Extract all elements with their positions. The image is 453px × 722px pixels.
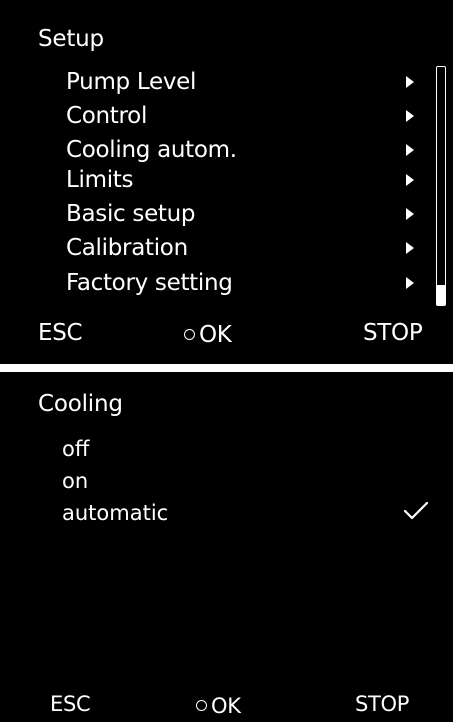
checkmark-icon [402, 500, 430, 530]
chevron-right-icon [406, 277, 414, 289]
menu-item-label: Cooling autom. [66, 137, 237, 163]
ok-label: OK [199, 321, 232, 348]
setup-menu-screen: Setup Pump Level Control Cooling autom. … [0, 0, 453, 364]
option-label: automatic [62, 501, 169, 525]
esc-softkey[interactable]: ESC [50, 692, 91, 716]
ok-label: OK [211, 693, 241, 718]
ring-icon [196, 700, 207, 711]
option-label: on [62, 469, 89, 493]
menu-item-label: Pump Level [66, 69, 197, 95]
setup-title: Setup [38, 26, 104, 52]
option-automatic[interactable]: automatic [62, 498, 442, 528]
option-label: off [62, 437, 90, 461]
ok-softkey[interactable]: OK [184, 320, 232, 348]
chevron-right-icon [406, 110, 414, 122]
ring-icon [184, 329, 195, 340]
chevron-right-icon [406, 144, 414, 156]
menu-item-label: Limits [66, 167, 134, 193]
menu-item-calibration[interactable]: Calibration [66, 232, 446, 264]
chevron-right-icon [406, 208, 414, 220]
menu-item-label: Control [66, 103, 148, 129]
option-off[interactable]: off [62, 434, 442, 464]
menu-item-label: Factory setting [66, 270, 233, 296]
menu-scrollbar[interactable] [436, 66, 446, 306]
chevron-right-icon [406, 174, 414, 186]
esc-softkey[interactable]: ESC [38, 320, 83, 346]
menu-item-basic-setup[interactable]: Basic setup [66, 198, 446, 230]
chevron-right-icon [406, 76, 414, 88]
cooling-title: Cooling [38, 391, 123, 417]
option-on[interactable]: on [62, 466, 442, 496]
menu-item-label: Basic setup [66, 201, 196, 227]
menu-item-label: Calibration [66, 235, 188, 261]
stop-softkey[interactable]: STOP [363, 320, 423, 346]
menu-item-limits[interactable]: Limits [66, 164, 446, 196]
cooling-menu-screen: Cooling off on automatic ESC OK STOP [0, 372, 453, 722]
chevron-right-icon [406, 242, 414, 254]
stop-softkey[interactable]: STOP [355, 692, 409, 716]
menu-item-factory-setting[interactable]: Factory setting [66, 267, 446, 299]
menu-item-pump-level[interactable]: Pump Level [66, 66, 446, 98]
scrollbar-thumb[interactable] [437, 285, 445, 305]
menu-item-control[interactable]: Control [66, 100, 446, 132]
menu-item-cooling-autom[interactable]: Cooling autom. [66, 134, 446, 166]
ok-softkey[interactable]: OK [196, 692, 241, 718]
